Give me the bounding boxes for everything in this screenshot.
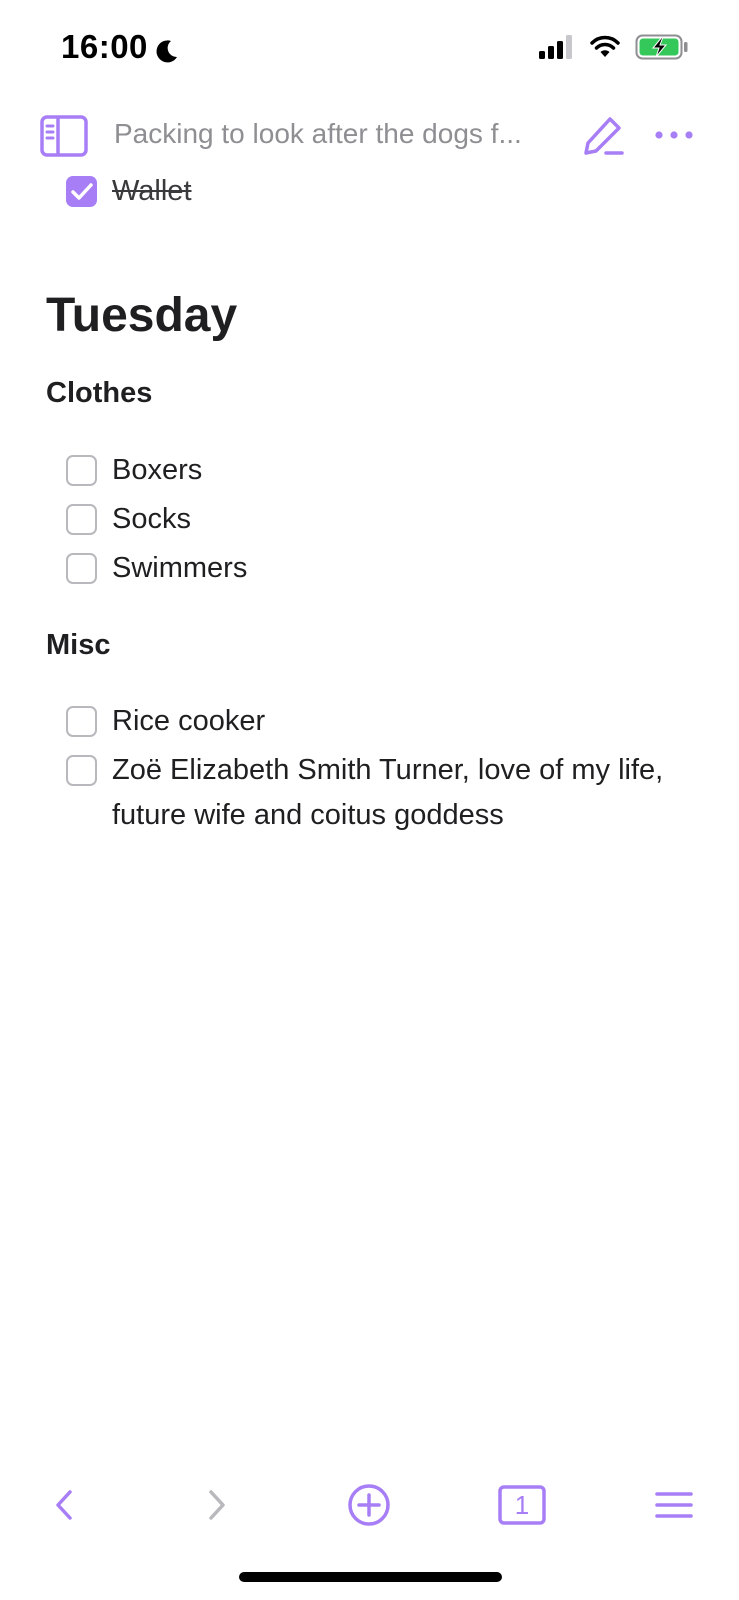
back-button[interactable] — [42, 1470, 86, 1540]
checkbox[interactable] — [66, 706, 97, 737]
status-icons — [539, 34, 689, 65]
list-item: Boxers — [66, 454, 202, 492]
home-indicator[interactable] — [239, 1572, 502, 1582]
screen: 16:00 Packing to look after the dogs f..… — [0, 0, 739, 1600]
forward-button[interactable] — [195, 1470, 239, 1540]
list-item: Zoë Elizabeth Smith Turner, love of my l… — [66, 754, 702, 838]
list-item: Swimmers — [66, 552, 247, 590]
list-item: Wallet — [66, 175, 192, 213]
item-label[interactable]: Boxers — [112, 448, 202, 492]
moon-icon — [154, 34, 180, 63]
checkbox[interactable] — [66, 755, 97, 786]
item-label[interactable]: Wallet — [112, 169, 192, 213]
chevron-left-icon — [56, 1490, 72, 1520]
item-label[interactable]: Socks — [112, 497, 191, 541]
tabs-icon: 1 — [498, 1485, 546, 1525]
list-item: Socks — [66, 503, 191, 541]
checkbox[interactable] — [66, 504, 97, 535]
ellipsis-icon — [655, 131, 693, 139]
section-heading-clothes: Clothes — [46, 377, 153, 409]
menu-button[interactable] — [652, 1470, 696, 1540]
pencil-icon — [584, 117, 624, 155]
battery-charging-icon — [635, 34, 689, 65]
signal-icon — [539, 35, 575, 64]
item-label[interactable]: Rice cooker — [112, 699, 265, 743]
document-title[interactable]: Packing to look after the dogs f... — [114, 118, 546, 150]
hamburger-icon — [655, 1492, 693, 1518]
day-heading: Tuesday — [46, 289, 238, 342]
checkmark-icon — [70, 182, 93, 200]
list-item: Rice cooker — [66, 705, 265, 743]
checkbox[interactable] — [66, 553, 97, 584]
checkbox-checked[interactable] — [66, 176, 97, 207]
section-heading-misc: Misc — [46, 629, 111, 661]
plus-circle-icon — [348, 1484, 390, 1526]
more-options-button[interactable] — [654, 120, 694, 150]
time-label: 16:00 — [61, 28, 148, 65]
sidebar-icon — [40, 115, 88, 157]
checkbox[interactable] — [66, 455, 97, 486]
edit-button[interactable] — [582, 114, 624, 156]
wifi-icon — [589, 35, 621, 64]
toolbar: Packing to look after the dogs f... — [0, 98, 739, 176]
tabs-button[interactable]: 1 — [497, 1470, 547, 1540]
sidebar-toggle-button[interactable] — [40, 115, 88, 157]
tab-count: 1 — [514, 1489, 530, 1520]
add-button[interactable] — [344, 1470, 394, 1540]
bottom-toolbar: 1 — [0, 1470, 739, 1540]
status-time: 16:00 — [61, 28, 180, 66]
status-bar: 16:00 — [0, 0, 739, 98]
item-label[interactable]: Swimmers — [112, 546, 247, 590]
item-label[interactable]: Zoë Elizabeth Smith Turner, love of my l… — [112, 748, 702, 838]
chevron-right-icon — [209, 1490, 225, 1520]
